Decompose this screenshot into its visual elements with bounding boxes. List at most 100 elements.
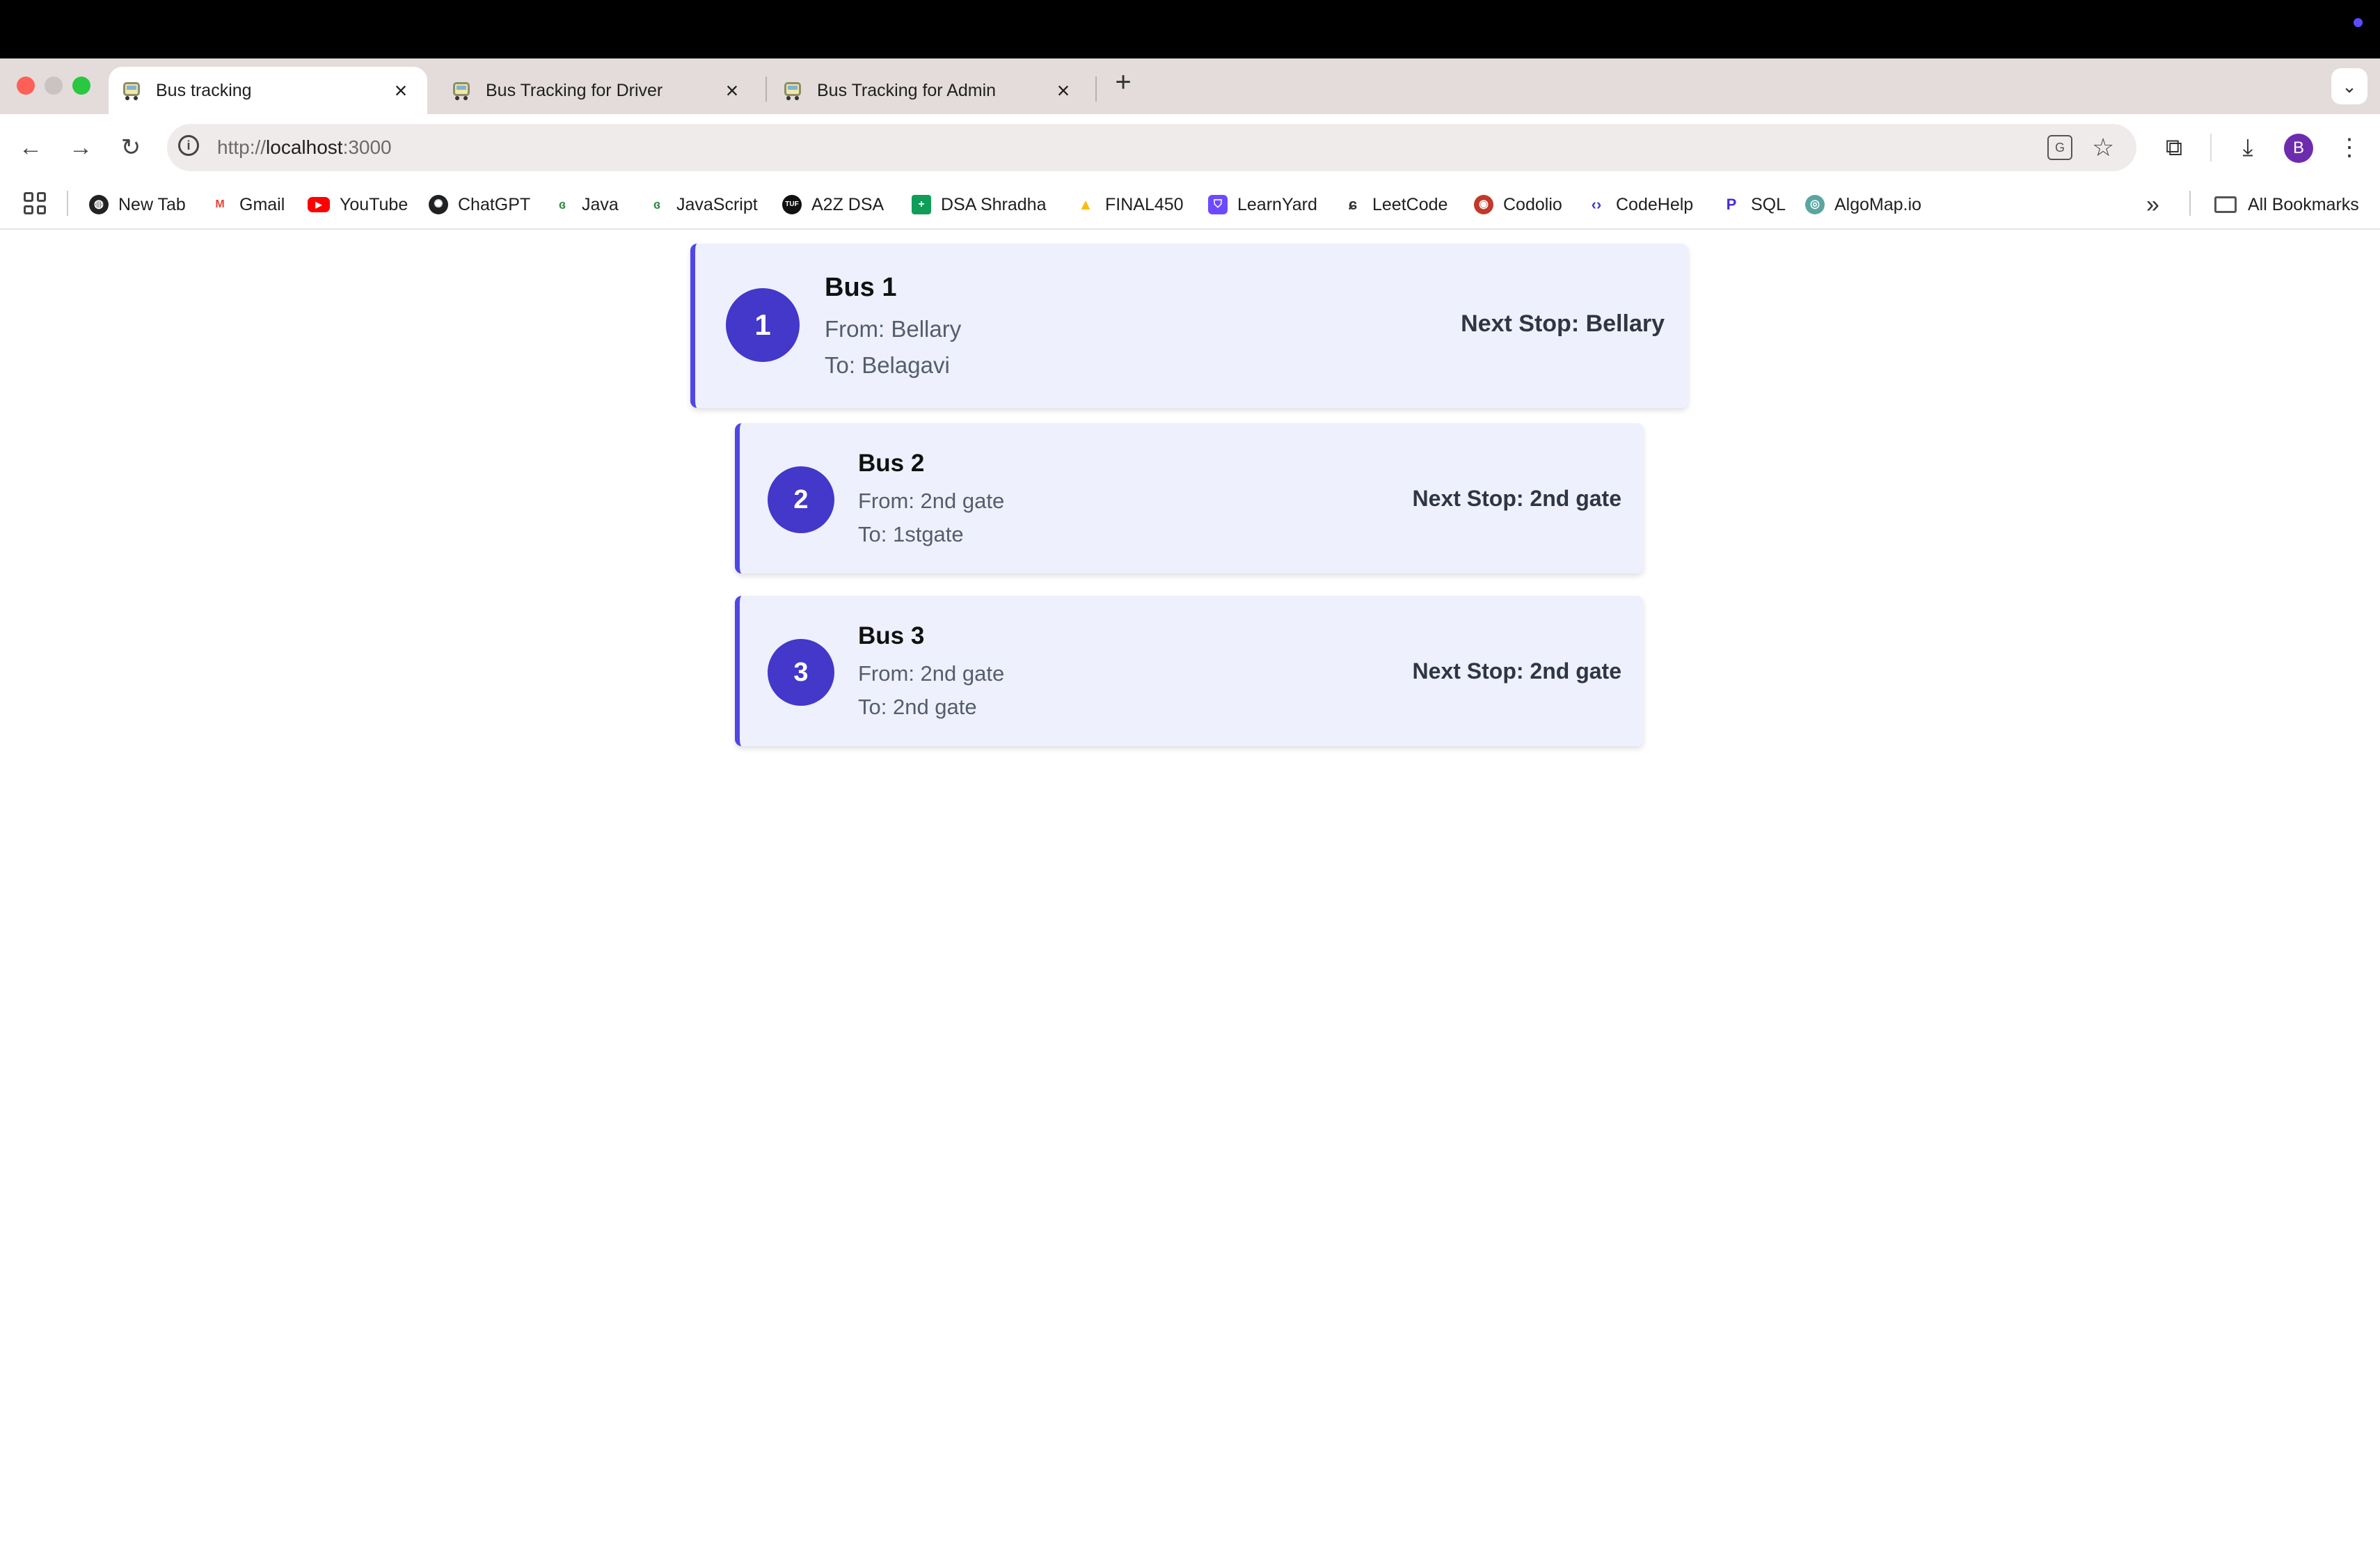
- address-bar[interactable]: i http://localhost:3000 G ☆: [167, 124, 2136, 171]
- new-tab-plus-icon[interactable]: +: [1108, 67, 1139, 97]
- os-menu-bar: [0, 0, 2380, 58]
- bookmarks-divider: [67, 191, 68, 216]
- bookmark-javascript[interactable]: ɞ JavaScript: [647, 191, 758, 219]
- bus-to: To: Belagavi: [825, 352, 950, 378]
- bookmark-youtube[interactable]: ▶ YouTube: [308, 191, 408, 219]
- bus-next-stop: Next Stop: 2nd gate: [1412, 658, 1621, 684]
- bus-from: From: Bellary: [825, 316, 962, 342]
- bus-number-badge: 3: [768, 639, 834, 706]
- translate-icon[interactable]: G: [2047, 135, 2072, 160]
- url-host: localhost: [266, 136, 343, 158]
- globe-icon: ◍: [89, 195, 109, 214]
- bookmark-label: YouTube: [340, 194, 408, 214]
- bookmark-algomap[interactable]: ◎ AlgoMap.io: [1805, 191, 1921, 219]
- youtube-icon: ▶: [308, 197, 330, 212]
- bookmark-label: Codolio: [1503, 194, 1562, 214]
- bus-card[interactable]: 1 Bus 1 From: Bellary To: Belagavi Next …: [690, 244, 1688, 408]
- bookmark-new-tab[interactable]: ◍ New Tab: [89, 191, 186, 219]
- bookmark-sql[interactable]: P SQL: [1722, 191, 1786, 219]
- bookmark-label: FINAL450: [1105, 194, 1184, 214]
- leetcode-icon: ɕ: [1343, 195, 1363, 214]
- download-icon[interactable]: ⤓: [2231, 131, 2264, 164]
- codehelp-icon: ‹›: [1587, 195, 1606, 214]
- bus-to: To: 2nd gate: [858, 695, 977, 719]
- status-dot-icon: [2354, 18, 2363, 27]
- tab-search-chevron-icon[interactable]: ⌄: [2331, 68, 2367, 104]
- tab-strip: Bus tracking × Bus Tracking for Driver ×…: [0, 58, 2380, 114]
- bookmark-codolio[interactable]: ◉ Codolio: [1474, 191, 1562, 219]
- bus-card[interactable]: 2 Bus 2 From: 2nd gate To: 1stgate Next …: [735, 423, 1644, 574]
- toolbar-divider: [2210, 134, 2212, 161]
- tab-close-icon[interactable]: ×: [387, 77, 415, 104]
- bookmark-label: CodeHelp: [1616, 194, 1694, 214]
- url-text[interactable]: http://localhost:3000: [217, 136, 392, 159]
- algomap-icon: ◎: [1805, 195, 1825, 214]
- bookmark-label: LearnYard: [1237, 194, 1317, 214]
- bus-from: From: 2nd gate: [858, 661, 1005, 686]
- profile-avatar[interactable]: B: [2284, 134, 2313, 163]
- bookmark-label: SQL: [1751, 194, 1786, 214]
- bookmark-gmail[interactable]: M Gmail: [210, 191, 285, 219]
- sql-icon: P: [1722, 195, 1741, 214]
- bus-name: Bus 1: [825, 273, 897, 302]
- bus-favicon-icon: [782, 80, 803, 101]
- bookmark-codehelp[interactable]: ‹› CodeHelp: [1587, 191, 1693, 219]
- extensions-puzzle-icon[interactable]: ⧉: [2157, 131, 2191, 164]
- learnyard-icon: ⛉: [1208, 195, 1228, 214]
- tab-close-icon[interactable]: ×: [1049, 77, 1077, 104]
- back-arrow-icon[interactable]: ←: [14, 131, 47, 164]
- bookmark-a2z-dsa[interactable]: TUF A2Z DSA: [782, 191, 884, 219]
- bus-card[interactable]: 3 Bus 3 From: 2nd gate To: 2nd gate Next…: [735, 596, 1644, 746]
- bookmarks-bar: ◍ New Tab M Gmail ▶ YouTube ✺ ChatGPT ɞ Java …: [0, 181, 2380, 230]
- bookmark-label: New Tab: [118, 194, 186, 214]
- bus-next-stop: Next Stop: 2nd gate: [1412, 486, 1621, 511]
- tab-title: Bus Tracking for Driver: [486, 80, 663, 100]
- bookmark-chatgpt[interactable]: ✺ ChatGPT: [429, 191, 530, 219]
- tab-bus-tracking[interactable]: Bus tracking ×: [109, 67, 427, 114]
- window-minimize-button[interactable]: [45, 77, 63, 95]
- forward-arrow-icon[interactable]: →: [64, 131, 97, 164]
- bookmark-learnyard[interactable]: ⛉ LearnYard: [1208, 191, 1317, 219]
- bus-from: From: 2nd gate: [858, 489, 1005, 513]
- tab-title: Bus tracking: [156, 80, 252, 100]
- folder-icon: [2214, 196, 2237, 213]
- url-port: :3000: [342, 136, 392, 158]
- reload-icon[interactable]: ↻: [114, 131, 148, 164]
- bookmark-final450[interactable]: ▲ FINAL450: [1076, 191, 1184, 219]
- bookmark-label: Java: [582, 194, 619, 214]
- tab-close-icon[interactable]: ×: [718, 77, 746, 104]
- bookmark-star-icon[interactable]: ☆: [2092, 132, 2114, 163]
- gfg-icon: ɞ: [553, 195, 572, 214]
- bus-favicon-icon: [451, 80, 472, 101]
- bookmarks-divider: [2189, 191, 2191, 216]
- window-close-button[interactable]: [17, 77, 35, 95]
- bus-number-badge: 2: [768, 466, 834, 533]
- tab-title: Bus Tracking for Admin: [817, 80, 997, 100]
- bookmark-java[interactable]: ɞ Java: [553, 191, 619, 219]
- drive-icon: ▲: [1076, 195, 1095, 214]
- gmail-icon: M: [210, 195, 230, 214]
- bus-number-badge: 1: [726, 288, 800, 362]
- tab-divider: [1095, 77, 1097, 102]
- chatgpt-icon: ✺: [429, 195, 448, 214]
- all-bookmarks-button[interactable]: All Bookmarks: [2214, 191, 2359, 219]
- tab-bus-tracking-admin[interactable]: Bus Tracking for Admin ×: [770, 67, 1090, 114]
- bookmark-leetcode[interactable]: ɕ LeetCode: [1343, 191, 1447, 219]
- chevron-double-right-icon[interactable]: »: [2146, 191, 2159, 219]
- bus-to: To: 1stgate: [858, 522, 964, 546]
- bookmark-dsa-shradha[interactable]: + DSA Shradha: [912, 191, 1047, 219]
- bookmark-label: LeetCode: [1372, 194, 1448, 214]
- tab-bus-tracking-driver[interactable]: Bus Tracking for Driver ×: [438, 67, 759, 114]
- browser-toolbar: ← → ↻ i http://localhost:3000 G ☆ ⧉ ⤓ B …: [0, 114, 2380, 181]
- bookmark-label: Gmail: [239, 194, 285, 214]
- codolio-icon: ◉: [1474, 195, 1493, 214]
- window-zoom-button[interactable]: [72, 77, 90, 95]
- bus-name: Bus 2: [858, 450, 925, 477]
- bus-name: Bus 3: [858, 622, 925, 649]
- apps-grid-icon[interactable]: [24, 192, 46, 214]
- site-info-icon[interactable]: i: [178, 135, 199, 156]
- menu-kebab-icon[interactable]: ⋮: [2333, 131, 2366, 164]
- bookmark-label: ChatGPT: [458, 194, 531, 214]
- tab-divider: [765, 77, 767, 102]
- bookmark-label: DSA Shradha: [941, 194, 1047, 214]
